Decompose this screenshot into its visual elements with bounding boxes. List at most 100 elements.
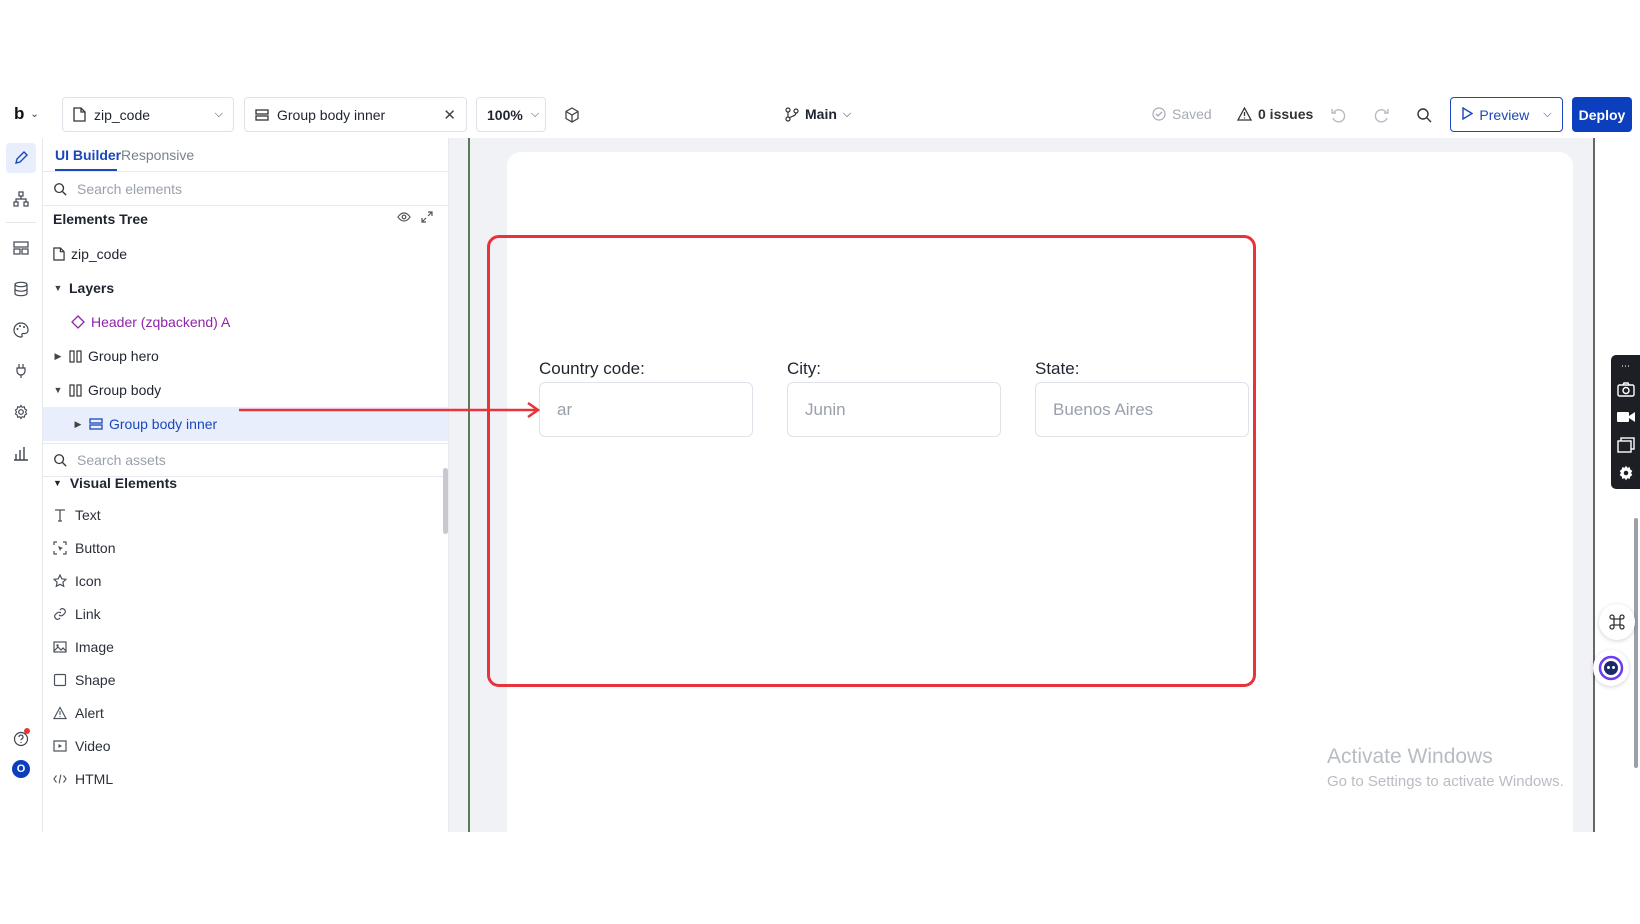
search-icon[interactable] (1413, 104, 1435, 126)
window-icon[interactable] (1616, 435, 1636, 455)
image-icon (53, 640, 67, 654)
plugin-icon[interactable] (6, 356, 36, 386)
branch-label: Main (805, 106, 837, 122)
deploy-button[interactable]: Deploy (1572, 97, 1632, 132)
preview-label: Preview (1479, 106, 1530, 123)
tree-item-group-body-inner[interactable]: ▶ Group body inner (43, 407, 448, 441)
help-icon[interactable] (6, 724, 36, 754)
warning-icon (53, 706, 67, 720)
caret-down-icon[interactable]: ▼ (53, 283, 63, 293)
asset-label: Button (75, 540, 116, 556)
tree-item-group-hero[interactable]: ▶ Group hero (43, 339, 448, 373)
saved-status: Saved (1152, 106, 1212, 122)
cube-icon[interactable] (561, 104, 583, 126)
city-label: City: (787, 359, 821, 378)
pencil-icon[interactable] (6, 143, 36, 173)
tree-item-label: Layers (69, 280, 115, 296)
recorder-toolbar: ⋯ (1611, 355, 1640, 489)
tree-item-layers[interactable]: ▼ Layers (43, 271, 448, 305)
asset-label: Text (75, 507, 101, 523)
columns-icon (69, 383, 82, 397)
asset-button[interactable]: Button (53, 537, 115, 559)
tree-item-label: Group hero (88, 348, 159, 364)
side-panel: UI Builder Responsive Search elements El… (43, 138, 449, 832)
element-selector[interactable]: Group body inner ✕ (244, 97, 467, 132)
tree-item-header[interactable]: Header (zqbackend) A (43, 305, 448, 339)
code-icon (53, 772, 67, 786)
avatar[interactable]: O (12, 760, 30, 778)
text-icon (53, 508, 67, 522)
database-icon[interactable] (6, 274, 36, 304)
command-icon[interactable] (1599, 604, 1635, 640)
gear-icon[interactable] (1616, 463, 1636, 483)
app-logo-menu[interactable]: b ⌄ (14, 104, 39, 124)
asset-link[interactable]: Link (53, 603, 101, 625)
asset-video[interactable]: Video (53, 735, 111, 757)
activate-windows-subtitle: Go to Settings to activate Windows. (1327, 773, 1564, 790)
analytics-icon[interactable] (6, 438, 36, 468)
tab-responsive[interactable]: Responsive (121, 147, 194, 163)
asset-icon[interactable]: Icon (53, 570, 101, 592)
canvas-scrollbar[interactable] (1634, 518, 1638, 768)
asset-html[interactable]: HTML (53, 768, 113, 790)
app-window: b ⌄ zip_code ⌵ Group body inner ✕ 100% ⌵ (0, 94, 1640, 852)
page-selector[interactable]: zip_code ⌵ (62, 97, 234, 132)
top-toolbar: b ⌄ zip_code ⌵ Group body inner ✕ 100% ⌵ (0, 94, 1640, 138)
asset-label: Image (75, 639, 114, 655)
state-input[interactable]: Buenos Aires (1035, 382, 1249, 437)
asset-shape[interactable]: Shape (53, 669, 115, 691)
asset-label: Video (75, 738, 111, 754)
tree-item-group-body[interactable]: ▼ Group body (43, 373, 448, 407)
caret-down-icon[interactable]: ▼ (53, 385, 63, 395)
search-assets[interactable]: Search assets (43, 443, 448, 477)
chevron-down-icon[interactable]: ⌵ (1543, 108, 1551, 121)
branch-selector[interactable]: Main ⌵ (785, 106, 851, 122)
check-circle-icon (1152, 107, 1166, 121)
caret-right-icon[interactable]: ▶ (73, 419, 83, 430)
warning-icon (1237, 107, 1252, 121)
active-tab-indicator (55, 169, 117, 171)
component-icon (71, 315, 85, 329)
design-canvas[interactable] (449, 138, 1640, 852)
search-elements-input[interactable]: Search elements (77, 181, 182, 197)
asset-text[interactable]: Text (53, 504, 101, 526)
square-icon (53, 673, 67, 687)
asset-image[interactable]: Image (53, 636, 114, 658)
palette-icon[interactable] (6, 315, 36, 345)
caret-down-icon[interactable]: ▼ (53, 478, 62, 488)
workflow-icon[interactable] (6, 184, 36, 214)
zoom-selector[interactable]: 100% ⌵ (476, 97, 546, 132)
panel-scrollbar[interactable] (443, 468, 448, 534)
group-icon (89, 418, 103, 430)
visual-elements-section[interactable]: ▼ Visual Elements (53, 475, 177, 491)
branch-icon (785, 106, 799, 122)
more-icon[interactable]: ⋯ (1616, 361, 1636, 371)
layout-icon[interactable] (6, 233, 36, 263)
assistant-bot-icon[interactable] (1593, 650, 1629, 686)
eye-icon[interactable] (397, 210, 411, 228)
page-icon (53, 247, 65, 261)
redo-icon[interactable] (1371, 104, 1393, 126)
camera-icon[interactable] (1616, 379, 1636, 399)
video-camera-icon[interactable] (1616, 407, 1636, 427)
elements-tree-title: Elements Tree (53, 211, 148, 227)
gear-icon[interactable] (6, 397, 36, 427)
close-icon[interactable]: ✕ (443, 106, 456, 124)
search-elements[interactable]: Search elements (43, 172, 448, 206)
saved-label: Saved (1172, 106, 1212, 122)
city-input[interactable]: Junin (787, 382, 1001, 437)
country-code-input[interactable]: ar (539, 382, 753, 437)
section-title: Visual Elements (69, 475, 178, 491)
tab-ui-builder[interactable]: UI Builder (55, 147, 121, 163)
tree-item-page[interactable]: zip_code (43, 237, 448, 271)
undo-icon[interactable] (1327, 104, 1349, 126)
asset-alert[interactable]: Alert (53, 702, 104, 724)
preview-button[interactable]: Preview ⌵ (1450, 97, 1563, 132)
tree-actions (397, 210, 433, 228)
play-icon (1461, 106, 1474, 123)
search-assets-input[interactable]: Search assets (77, 452, 166, 468)
tree-item-label: Header (zqbackend) A (91, 314, 231, 330)
issues-button[interactable]: 0 issues (1237, 106, 1313, 122)
caret-right-icon[interactable]: ▶ (53, 351, 63, 362)
expand-icon[interactable] (421, 210, 433, 228)
